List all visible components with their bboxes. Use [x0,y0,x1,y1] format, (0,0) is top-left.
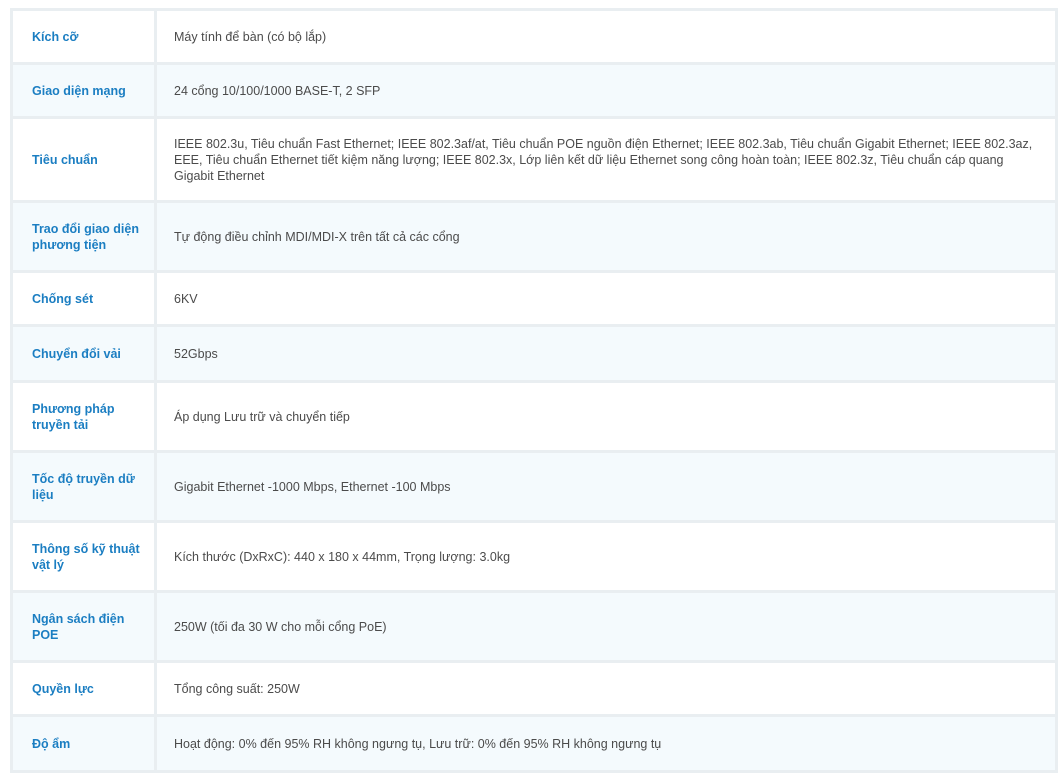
table-row: Thông số kỹ thuật vật lý Kích thước (DxR… [10,520,1058,593]
table-row: Kích cỡ Máy tính để bàn (có bộ lắp) [10,8,1058,65]
table-row: Độ ẩm Hoạt động: 0% đến 95% RH không ngư… [10,714,1058,773]
spec-label: Chống sét [10,270,157,327]
spec-label: Giao diện mạng [10,62,157,119]
spec-value: Áp dụng Lưu trữ và chuyển tiếp [154,380,1058,453]
spec-table: Kích cỡ Máy tính để bàn (có bộ lắp) Giao… [10,8,1058,773]
spec-value: Máy tính để bàn (có bộ lắp) [154,8,1058,65]
spec-label: Chuyển đổi vải [10,324,157,383]
table-row: Ngân sách điện POE 250W (tối đa 30 W cho… [10,590,1058,663]
spec-value: Gigabit Ethernet -1000 Mbps, Ethernet -1… [154,450,1058,523]
table-row: Chuyển đổi vải 52Gbps [10,324,1058,383]
spec-value: IEEE 802.3u, Tiêu chuẩn Fast Ethernet; I… [154,116,1058,203]
spec-value: Hoạt động: 0% đến 95% RH không ngưng tụ,… [154,714,1058,773]
spec-value: 6KV [154,270,1058,327]
table-row: Giao diện mạng 24 cổng 10/100/1000 BASE-… [10,62,1058,119]
spec-label: Kích cỡ [10,8,157,65]
spec-value: Kích thước (DxRxC): 440 x 180 x 44mm, Tr… [154,520,1058,593]
table-row: Tiêu chuẩn IEEE 802.3u, Tiêu chuẩn Fast … [10,116,1058,203]
spec-value: 52Gbps [154,324,1058,383]
spec-label: Độ ẩm [10,714,157,773]
table-row: Quyền lực Tổng công suất: 250W [10,660,1058,717]
spec-value: Tổng công suất: 250W [154,660,1058,717]
spec-label: Trao đổi giao diện phương tiện [10,200,157,273]
table-row: Trao đổi giao diện phương tiện Tự động đ… [10,200,1058,273]
spec-label: Phương pháp truyền tải [10,380,157,453]
table-row: Phương pháp truyền tải Áp dụng Lưu trữ v… [10,380,1058,453]
spec-value: 250W (tối đa 30 W cho mỗi cổng PoE) [154,590,1058,663]
spec-label: Ngân sách điện POE [10,590,157,663]
table-row: Tốc độ truyền dữ liệu Gigabit Ethernet -… [10,450,1058,523]
spec-label: Thông số kỹ thuật vật lý [10,520,157,593]
table-row: Chống sét 6KV [10,270,1058,327]
spec-label: Tiêu chuẩn [10,116,157,203]
spec-label: Tốc độ truyền dữ liệu [10,450,157,523]
spec-value: Tự động điều chỉnh MDI/MDI-X trên tất cả… [154,200,1058,273]
spec-value: 24 cổng 10/100/1000 BASE-T, 2 SFP [154,62,1058,119]
spec-label: Quyền lực [10,660,157,717]
